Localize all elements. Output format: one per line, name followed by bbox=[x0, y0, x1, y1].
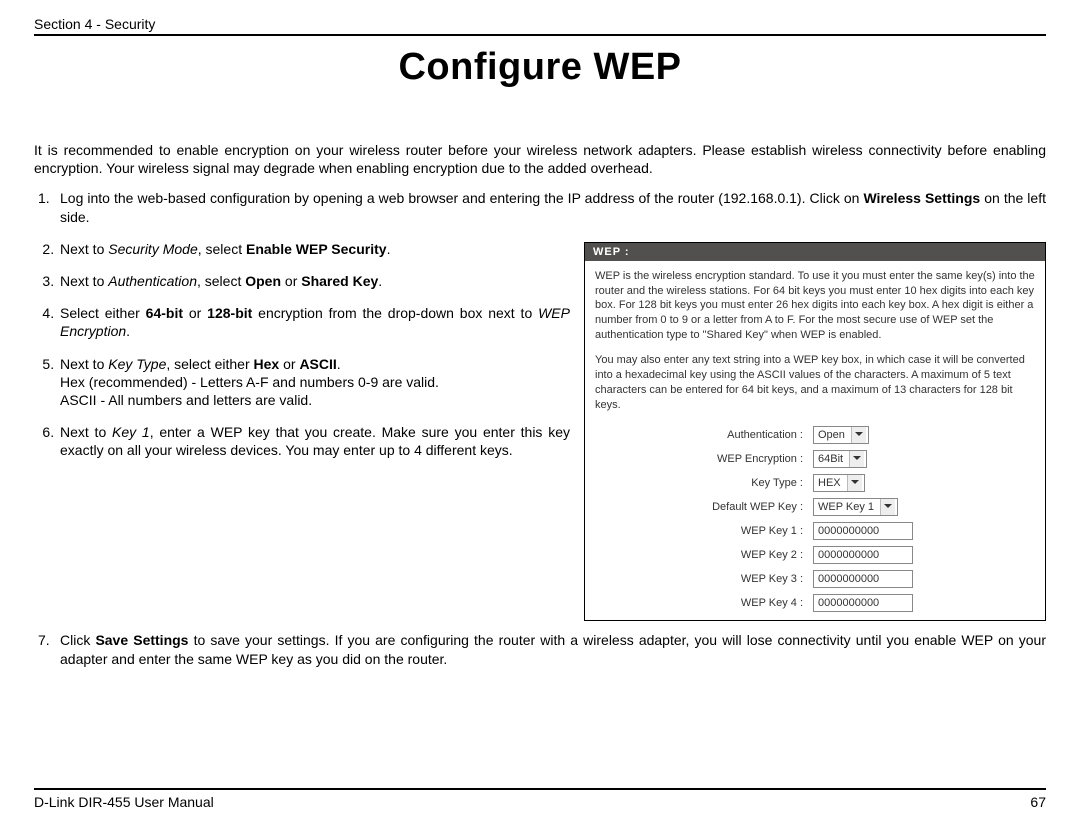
chevron-down-icon bbox=[847, 475, 862, 491]
header-rule bbox=[34, 34, 1046, 36]
step-2-bold: Enable WEP Security bbox=[246, 241, 387, 257]
step-2-em: Security Mode bbox=[108, 241, 197, 257]
enc-label: WEP Encryption : bbox=[597, 448, 807, 470]
step-5-bold1: Hex bbox=[254, 356, 280, 372]
footer-rule bbox=[34, 788, 1046, 790]
step-3-prefix: Next to bbox=[60, 273, 108, 289]
keytype-label: Key Type : bbox=[597, 472, 807, 494]
step-6: Next to Key 1, enter a WEP key that you … bbox=[58, 423, 570, 459]
wep-panel: WEP : WEP is the wireless encryption sta… bbox=[584, 242, 1046, 622]
step-6-prefix: Next to bbox=[60, 424, 112, 440]
step-5-sub1: Hex (recommended) - Letters A-F and numb… bbox=[60, 373, 570, 391]
step-5-prefix: Next to bbox=[60, 356, 108, 372]
step-3-suffix: . bbox=[378, 273, 382, 289]
step-7-bold: Save Settings bbox=[95, 632, 188, 648]
step-4-bold2: 128-bit bbox=[207, 305, 252, 321]
defkey-label: Default WEP Key : bbox=[597, 496, 807, 518]
defkey-select-value: WEP Key 1 bbox=[818, 501, 874, 513]
step-1-bold: Wireless Settings bbox=[863, 190, 980, 206]
wep-help-text-2: You may also enter any text string into … bbox=[595, 353, 1035, 412]
step-3-or: or bbox=[281, 273, 301, 289]
step-5-bold2: ASCII bbox=[299, 356, 336, 372]
wepkey4-label: WEP Key 4 : bbox=[597, 592, 807, 614]
step-5-sub2: ASCII - All numbers and letters are vali… bbox=[60, 391, 570, 409]
chevron-down-icon bbox=[851, 427, 866, 443]
keytype-select[interactable]: HEX bbox=[813, 474, 865, 492]
wepkey2-input[interactable]: 0000000000 bbox=[813, 546, 913, 564]
step-3: Next to Authentication, select Open or S… bbox=[58, 272, 570, 290]
step-6-em: Key 1 bbox=[112, 424, 150, 440]
steps-left-column: Next to Security Mode, select Enable WEP… bbox=[34, 240, 570, 474]
step-2-prefix: Next to bbox=[60, 241, 108, 257]
footer-manual-name: D-Link DIR-455 User Manual bbox=[34, 794, 214, 810]
step-4: Select either 64-bit or 128-bit encrypti… bbox=[58, 304, 570, 340]
chevron-down-icon bbox=[880, 499, 895, 515]
defkey-select[interactable]: WEP Key 1 bbox=[813, 498, 898, 516]
intro-paragraph: It is recommended to enable encryption o… bbox=[34, 141, 1046, 177]
step-1: 1. Log into the web-based configuration … bbox=[34, 189, 1046, 225]
wepkey4-input[interactable]: 0000000000 bbox=[813, 594, 913, 612]
step-5-or: or bbox=[279, 356, 299, 372]
footer-page-number: 67 bbox=[1030, 794, 1046, 810]
wep-help-text-1: WEP is the wireless encryption standard.… bbox=[595, 269, 1035, 343]
wepkey3-input[interactable]: 0000000000 bbox=[813, 570, 913, 588]
wepkey3-label: WEP Key 3 : bbox=[597, 568, 807, 590]
step-number: 7. bbox=[38, 631, 50, 649]
section-header: Section 4 - Security bbox=[34, 16, 1046, 32]
step-4-suffix: . bbox=[126, 323, 130, 339]
enc-select-value: 64Bit bbox=[818, 453, 843, 465]
step-2: Next to Security Mode, select Enable WEP… bbox=[58, 240, 570, 258]
step-3-em: Authentication bbox=[108, 273, 197, 289]
step-7-suffix: to save your settings. If you are config… bbox=[60, 632, 1046, 666]
step-5: Next to Key Type, select either Hex or A… bbox=[58, 355, 570, 410]
step-4-or: or bbox=[183, 305, 207, 321]
auth-select[interactable]: Open bbox=[813, 426, 869, 444]
step-2-suffix: . bbox=[387, 241, 391, 257]
enc-select[interactable]: 64Bit bbox=[813, 450, 867, 468]
wepkey1-input[interactable]: 0000000000 bbox=[813, 522, 913, 540]
step-5-mid: , select either bbox=[166, 356, 253, 372]
step-3-bold1: Open bbox=[245, 273, 281, 289]
step-1-text: Log into the web-based configuration by … bbox=[60, 190, 863, 206]
wep-panel-title: WEP : bbox=[585, 243, 1045, 261]
step-number: 1. bbox=[38, 189, 50, 207]
chevron-down-icon bbox=[849, 451, 864, 467]
step-4-bold1: 64-bit bbox=[146, 305, 183, 321]
page-title: Configure WEP bbox=[34, 46, 1046, 89]
step-7-prefix: Click bbox=[60, 632, 95, 648]
wepkey2-label: WEP Key 2 : bbox=[597, 544, 807, 566]
keytype-select-value: HEX bbox=[818, 477, 841, 489]
step-5-em: Key Type bbox=[108, 356, 166, 372]
step-4-mid: encryption from the drop-down box next t… bbox=[252, 305, 538, 321]
step-2-mid: , select bbox=[198, 241, 246, 257]
step-5-suffix: . bbox=[337, 356, 341, 372]
step-7: 7. Click Save Settings to save your sett… bbox=[34, 631, 1046, 667]
wepkey1-label: WEP Key 1 : bbox=[597, 520, 807, 542]
step-4-prefix: Select either bbox=[60, 305, 146, 321]
auth-select-value: Open bbox=[818, 429, 845, 441]
auth-label: Authentication : bbox=[597, 424, 807, 446]
step-3-mid: , select bbox=[197, 273, 245, 289]
step-3-bold2: Shared Key bbox=[301, 273, 378, 289]
